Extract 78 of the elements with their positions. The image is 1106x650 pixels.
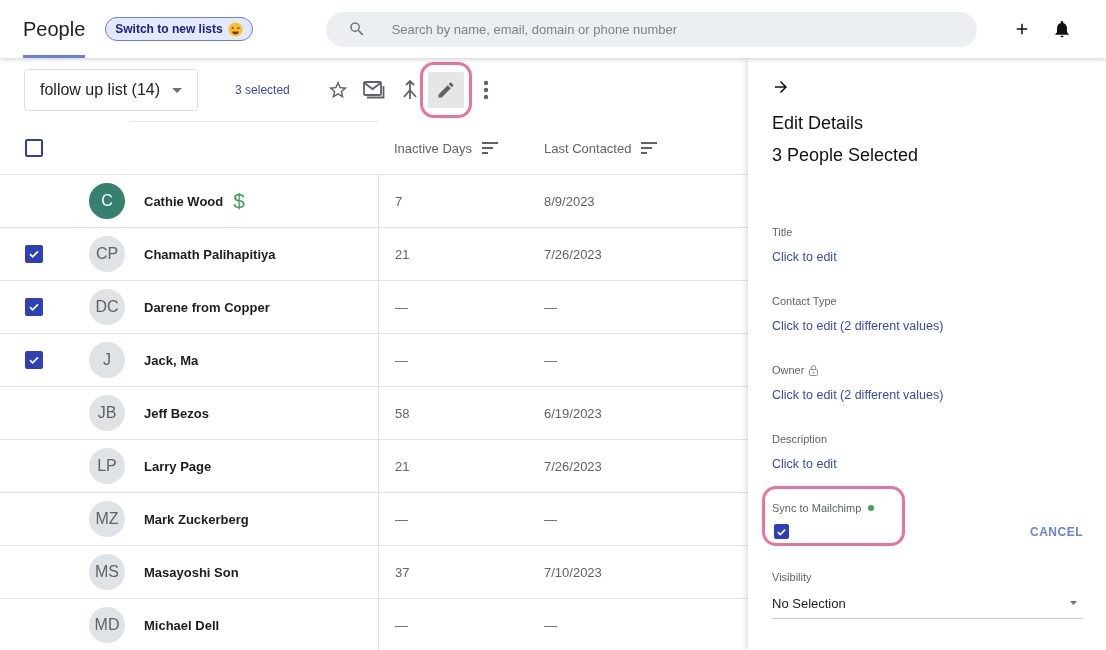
row-checkbox[interactable]: [25, 245, 43, 263]
sort-icon: [641, 142, 658, 154]
inactive-days-cell: —: [395, 617, 408, 633]
avatar: C: [89, 183, 125, 219]
column-header[interactable]: Last Contacted: [528, 140, 748, 156]
inactive-days-cell: 37: [395, 564, 410, 580]
contact-name[interactable]: Jeff Bezos: [144, 405, 210, 421]
inactive-days-cell: —: [395, 352, 408, 368]
field-label: Visibility: [772, 571, 812, 583]
inactive-days-cell: —: [395, 511, 408, 527]
row-checkbox[interactable]: [25, 351, 43, 369]
people-tab[interactable]: People: [23, 0, 86, 58]
contact-name[interactable]: Larry Page: [144, 458, 212, 474]
avatar: MZ: [89, 501, 125, 537]
contact-name[interactable]: Jack, Ma: [144, 352, 199, 368]
inactive-days-cell: —: [395, 299, 408, 315]
inactive-days-cell: 58: [395, 405, 410, 421]
selected-count: 3 selected: [235, 83, 290, 97]
contact-name[interactable]: Mark Zuckerberg: [144, 511, 249, 527]
search-field[interactable]: Search by name, email, domain or phone number: [325, 11, 977, 47]
click-to-edit-link[interactable]: Click to edit: [772, 250, 837, 264]
more-vertical-icon: [482, 80, 489, 100]
list-dropdown[interactable]: follow up list (14): [24, 69, 199, 111]
last-contacted-cell: 7/10/2023: [544, 564, 602, 580]
click-to-edit-link[interactable]: Click to edit: [772, 457, 837, 471]
avatar: JB: [89, 395, 125, 431]
check-icon: [28, 301, 40, 313]
inactive-days-cell: 21: [395, 458, 410, 474]
row-checkbox[interactable]: [25, 298, 43, 316]
field-label: Title: [772, 226, 793, 238]
selection-summary: 3 People Selected: [772, 144, 920, 167]
switch-to-new-lists-button[interactable]: Switch to new lists: [105, 17, 253, 41]
last-contacted-cell: —: [544, 352, 557, 368]
caret-icon: [1070, 601, 1077, 605]
field-label: Contact Type: [772, 295, 837, 307]
inactive-days-cell: 21: [395, 246, 410, 262]
search-icon: [347, 19, 366, 38]
contact-name[interactable]: Cathie Wood: [144, 193, 224, 209]
column-header[interactable]: Inactive Days: [378, 140, 528, 156]
last-contacted-cell: —: [544, 511, 557, 527]
field-label: Sync to Mailchimp: [772, 502, 862, 514]
field-label: Description: [772, 433, 828, 445]
last-contacted-cell: 7/26/2023: [544, 246, 602, 262]
select-all-checkbox[interactable]: [25, 139, 43, 157]
field-label: Owner: [772, 364, 805, 376]
contact-name[interactable]: Darene from Copper: [144, 299, 270, 315]
dollar-icon: $: [233, 189, 245, 213]
last-contacted-cell: 7/26/2023: [544, 458, 602, 474]
last-contacted-cell: 8/9/2023: [544, 193, 595, 209]
mail-stack-icon: [361, 79, 386, 101]
avatar: MD: [89, 607, 125, 643]
avatar: LP: [89, 448, 125, 484]
avatar: J: [89, 342, 125, 378]
cancel-button[interactable]: CANCEL: [1030, 524, 1083, 539]
last-contacted-cell: 6/19/2023: [544, 405, 602, 421]
caret-icon: [172, 87, 183, 93]
sync-checkbox[interactable]: [774, 524, 789, 539]
avatar: MS: [89, 554, 125, 590]
contact-name[interactable]: Masayoshi Son: [144, 564, 239, 580]
edit-action-button[interactable]: [427, 72, 464, 108]
panel-heading: Edit Details: [772, 112, 865, 135]
avatar: CP: [89, 236, 125, 272]
inactive-days-cell: 7: [395, 193, 403, 209]
visibility-select[interactable]: No Selection: [772, 588, 1083, 619]
last-contacted-cell: —: [544, 617, 557, 633]
check-icon: [28, 248, 40, 260]
star-icon: [326, 79, 349, 101]
star-eyes-face-icon: [227, 21, 243, 37]
contact-name[interactable]: Chamath Palihapitiya: [144, 246, 276, 262]
merge-arrows-icon: [400, 79, 419, 101]
arrow-right-icon[interactable]: [772, 78, 790, 96]
click-to-edit-link[interactable]: Click to edit (2 different values): [772, 388, 944, 402]
check-icon: [28, 354, 40, 366]
avatar: DC: [89, 289, 125, 325]
contact-name[interactable]: Michael Dell: [144, 617, 220, 633]
last-contacted-cell: —: [544, 299, 557, 315]
click-to-edit-link[interactable]: Click to edit (2 different values): [772, 319, 944, 333]
sort-icon: [482, 142, 499, 154]
